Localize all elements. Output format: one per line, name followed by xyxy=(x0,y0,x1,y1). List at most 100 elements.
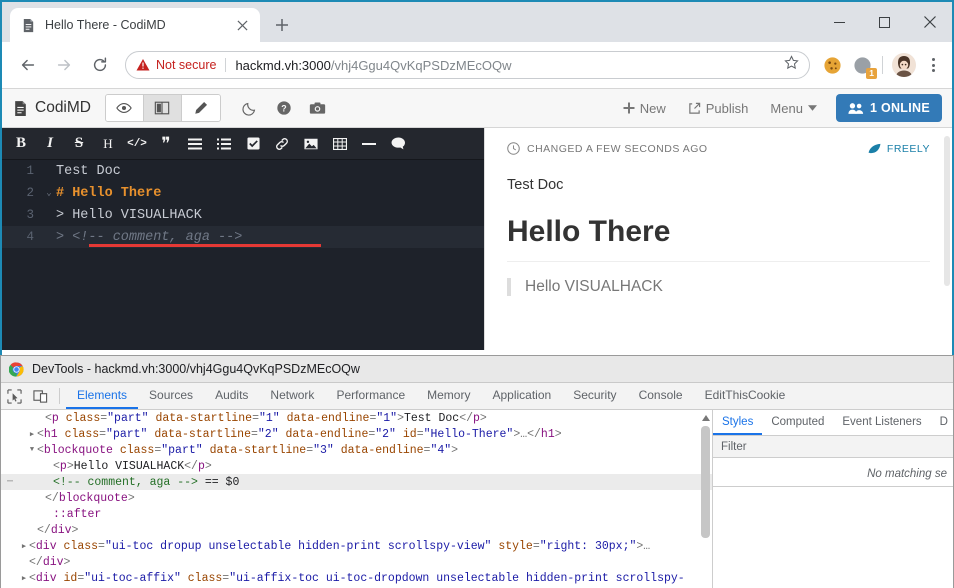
editor-line[interactable]: 1 Test Doc xyxy=(2,160,484,182)
quote-button[interactable]: ❞ xyxy=(153,131,179,157)
help-button[interactable]: ? xyxy=(267,93,301,123)
online-count-badge[interactable]: 1 ONLINE xyxy=(835,94,942,122)
dom-tree-panel[interactable]: <p class="part" data-startline="1" data-… xyxy=(1,410,713,588)
devtools-tab-security[interactable]: Security xyxy=(562,383,627,409)
preview-pane: CHANGED A FEW SECONDS AGO FREELY Test Do… xyxy=(484,128,952,350)
devtools-tab-application[interactable]: Application xyxy=(481,383,562,409)
dom-row-markup: </div> xyxy=(37,523,79,537)
devtools-tab-console[interactable]: Console xyxy=(628,383,694,409)
view-mode-button[interactable] xyxy=(105,95,144,121)
styles-tab-event-listeners[interactable]: Event Listeners xyxy=(833,410,930,435)
dom-tree-row[interactable]: </blockquote> xyxy=(1,490,712,506)
dom-tree-row[interactable]: ::after xyxy=(1,506,712,522)
chrome-menu-button[interactable] xyxy=(922,53,944,77)
menu-button[interactable]: Menu xyxy=(761,96,826,121)
codemirror-editor[interactable]: 1 Test Doc 2 ⌄ # Hello There 3 > Hello V… xyxy=(2,160,484,350)
dom-tree-row[interactable]: ▶ <div class="ui-toc dropup unselectable … xyxy=(1,538,712,554)
styles-panel: Styles Computed Event Listeners D Filter… xyxy=(713,410,953,588)
bookmark-star-icon[interactable] xyxy=(784,55,799,75)
minimize-button[interactable] xyxy=(817,6,862,38)
styles-empty-message: No matching se xyxy=(867,468,947,480)
strikethrough-button[interactable]: S xyxy=(66,131,92,157)
browser-tab[interactable]: Hello There - CodiMD xyxy=(10,8,260,42)
ordered-list-button[interactable] xyxy=(211,131,237,157)
italic-button[interactable]: I xyxy=(37,131,63,157)
dom-tree-row[interactable]: ▶ <div id="ui-toc-affix" class="ui-affix-… xyxy=(1,570,712,586)
menu-label: Menu xyxy=(770,100,803,116)
unordered-list-button[interactable] xyxy=(182,131,208,157)
not-secure-label: Not secure xyxy=(156,58,217,72)
reload-button[interactable] xyxy=(85,50,115,80)
red-underline-marker xyxy=(89,244,321,247)
extension-icon[interactable]: 1 xyxy=(850,53,877,79)
heading-button[interactable]: H xyxy=(95,131,121,157)
devtools-tab-network[interactable]: Network xyxy=(259,383,325,409)
cookie-extension-icon[interactable] xyxy=(820,53,844,77)
close-button[interactable] xyxy=(907,6,952,38)
dom-expand-arrow-icon[interactable]: ▶ xyxy=(19,542,29,551)
styles-filter-input[interactable]: Filter xyxy=(713,436,953,458)
publish-label: Publish xyxy=(705,100,749,116)
tab-close-icon[interactable] xyxy=(234,17,250,33)
check-list-button[interactable] xyxy=(240,131,266,157)
omnibox-row: Not secure hackmd.vh:3000/vhj4Ggu4QvKqPS… xyxy=(2,42,952,88)
maximize-button[interactable] xyxy=(862,6,907,38)
avatar[interactable] xyxy=(892,53,916,77)
editor-line[interactable]: 2 ⌄ # Hello There xyxy=(2,182,484,204)
preview-status-label: CHANGED A FEW SECONDS AGO xyxy=(527,142,708,155)
styles-tab-dom-breakpoints[interactable]: D xyxy=(931,410,953,435)
styles-tab-styles[interactable]: Styles xyxy=(713,410,763,435)
new-tab-button[interactable] xyxy=(268,11,296,39)
editor-line[interactable]: 3 > Hello VISUALHACK xyxy=(2,204,484,226)
comment-button[interactable] xyxy=(385,131,411,157)
url-text[interactable]: hackmd.vh:3000/vhj4Ggu4QvKqPSDzMEcOQw xyxy=(235,58,778,73)
devtools-tab-performance[interactable]: Performance xyxy=(325,383,416,409)
dom-expand-arrow-icon[interactable]: ▶ xyxy=(27,430,37,439)
devtools-tab-editthiscookie[interactable]: EditThisCookie xyxy=(694,383,797,409)
horizontal-rule-button[interactable] xyxy=(356,131,382,157)
code-button[interactable]: </> xyxy=(124,131,150,157)
inspect-element-icon[interactable] xyxy=(1,383,27,409)
dom-tree-row[interactable]: <p>Hello VISUALHACK</p> xyxy=(1,458,712,474)
forward-button[interactable] xyxy=(49,50,79,80)
link-button[interactable] xyxy=(269,131,295,157)
dom-tree-row[interactable]: ▶ <h1 class="part" data-startline="2" dat… xyxy=(1,426,712,442)
codimd-brand-label: CodiMD xyxy=(35,99,91,116)
both-mode-button[interactable] xyxy=(143,95,182,121)
dom-tree-row[interactable]: </div> xyxy=(1,522,712,538)
bold-button[interactable]: B xyxy=(8,131,34,157)
fold-marker[interactable]: ⌄ xyxy=(42,188,56,198)
address-bar[interactable]: Not secure hackmd.vh:3000/vhj4Ggu4QvKqPS… xyxy=(125,51,810,79)
table-button[interactable] xyxy=(327,131,353,157)
edit-mode-button[interactable] xyxy=(181,95,220,121)
snapshot-button[interactable] xyxy=(301,93,335,123)
devtools-tab-sources[interactable]: Sources xyxy=(138,383,204,409)
security-indicator[interactable]: Not secure xyxy=(136,58,227,72)
codimd-brand[interactable]: CodiMD xyxy=(12,99,91,117)
device-toolbar-icon[interactable] xyxy=(27,383,53,409)
devtools-tab-memory[interactable]: Memory xyxy=(416,383,481,409)
styles-tabbar: Styles Computed Event Listeners D xyxy=(713,410,953,436)
styles-tab-computed[interactable]: Computed xyxy=(762,410,833,435)
chrome-browser-window: Hello There - CodiMD Not secure hackmd.v… xyxy=(0,0,954,358)
devtools-tab-audits[interactable]: Audits xyxy=(204,383,259,409)
dom-row-markup: </div> xyxy=(29,555,71,569)
devtools-tab-elements[interactable]: Elements xyxy=(66,383,139,409)
preview-scrollbar[interactable] xyxy=(944,136,950,286)
dom-expand-arrow-icon[interactable]: ▶ xyxy=(19,574,29,583)
new-button[interactable]: New xyxy=(614,96,675,121)
dom-tree-row[interactable]: </div> xyxy=(1,554,712,570)
permission-indicator[interactable]: FREELY xyxy=(868,143,930,155)
dom-tree-scrollbar[interactable] xyxy=(701,426,710,538)
dom-tree-row[interactable]: ⋯ <!-- comment, aga --> == $0 xyxy=(1,474,712,490)
markdown-editor-pane: B I S H </> ❞ 1 Test Doc 2 ⌄ # Hello The… xyxy=(2,128,484,350)
dom-scroll-up-arrow[interactable] xyxy=(700,412,711,424)
dom-tree-row[interactable]: ▼ <blockquote class="part" data-startline… xyxy=(1,442,712,458)
dom-tree-row[interactable]: <p class="part" data-startline="1" data-… xyxy=(1,410,712,426)
codimd-logo-icon xyxy=(12,100,29,117)
dom-expand-arrow-icon[interactable]: ▼ xyxy=(27,446,37,454)
night-mode-button[interactable] xyxy=(233,93,267,123)
image-button[interactable] xyxy=(298,131,324,157)
back-button[interactable] xyxy=(13,50,43,80)
publish-button[interactable]: Publish xyxy=(679,96,758,121)
